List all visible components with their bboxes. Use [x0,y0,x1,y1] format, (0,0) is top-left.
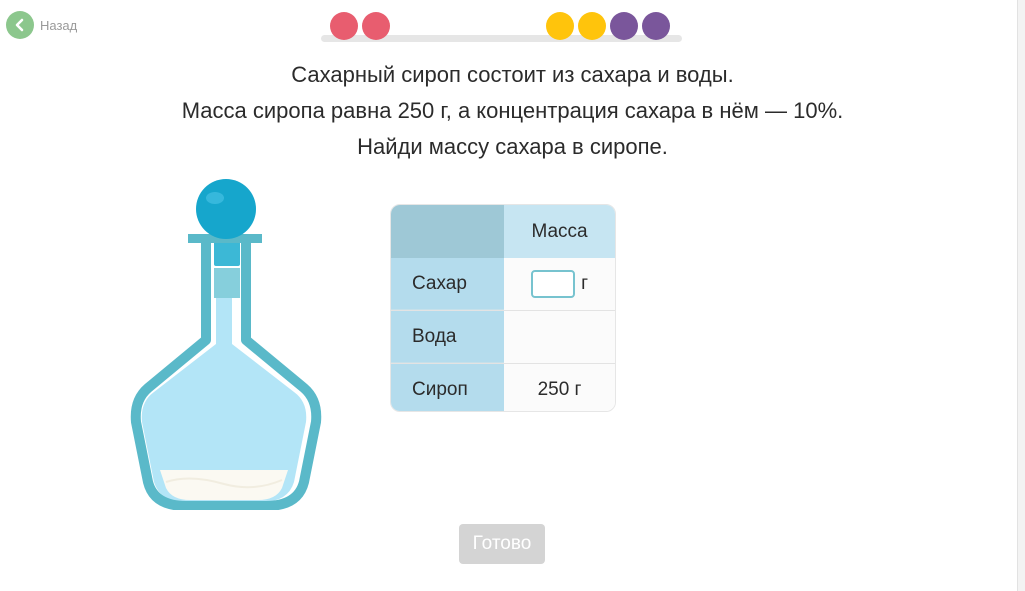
row-label-water: Вода [391,311,505,363]
unit-label: г [581,273,589,294]
back-label: Назад [40,17,78,33]
column-header-mass: Масса [504,205,615,258]
progress-dot [546,12,574,40]
table-row: Вода [391,311,615,364]
table-row: Сахар г [391,258,615,311]
task-line-1: Сахарный сироп состоит из сахара и воды. [291,62,734,87]
table-corner-cell [391,205,505,258]
sugar-mass-cell: г [504,258,615,310]
task-line-2: Масса сиропа равна 250 г, а концентрация… [181,98,844,123]
progress-dot [578,12,606,40]
progress-dot [642,12,670,40]
scrollbar[interactable] [1017,0,1025,591]
row-label-syrup: Сироп [391,364,505,411]
done-button[interactable]: Готово [459,524,545,564]
mass-table: Масса Сахар г Вода Сироп 250 г [390,204,616,412]
task-text: Сахарный сироп состоит из сахара и воды.… [0,57,1025,165]
water-mass-cell [504,311,615,363]
row-label-sugar: Сахар [391,258,505,310]
progress-bar [321,10,682,44]
progress-dot [330,12,358,40]
task-line-3: Найди массу сахара в сиропе. [357,134,668,159]
syrup-bottle-illustration [130,176,322,515]
chevron-left-icon [6,11,34,39]
progress-dot [610,12,638,40]
syrup-mass-cell: 250 г [504,364,615,411]
table-header-row: Масса [391,205,615,258]
sugar-mass-input[interactable] [531,270,576,298]
back-button[interactable]: Назад [6,11,77,39]
progress-dot [362,12,390,40]
table-row: Сироп 250 г [391,364,615,411]
